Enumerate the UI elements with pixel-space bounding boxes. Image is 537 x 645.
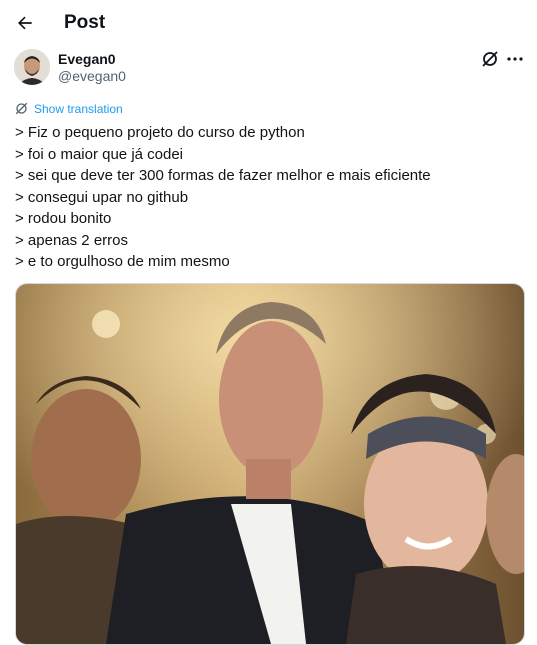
page-title: Post [64,12,106,33]
avatar-image [14,49,50,85]
author-name[interactable]: Evegan0 [58,51,116,67]
tweet-line: > apenas 2 erros [15,231,128,249]
more-dots-icon [507,57,523,61]
gif-image [16,284,524,644]
tweet-line: > rodou bonito [15,210,112,227]
tweet-text: > Fiz o pequeno projeto do curso de pyth… [15,122,525,273]
tweet-media-gif[interactable] [15,283,525,645]
tweet-line: > e to orgulhoso de mim mesmo [15,253,230,270]
tweet-line: > Fiz o pequeno projeto do curso de pyth… [15,124,305,141]
author-handle[interactable]: @evegan0 [58,68,126,84]
more-options-button[interactable] [505,49,525,69]
show-translation-label: Show translation [34,101,123,116]
post-header: Post [0,0,537,46]
grok-button[interactable] [480,49,500,69]
avatar[interactable] [14,49,50,85]
tweet-line: > consegui upar no github [15,188,189,206]
grok-icon [482,51,498,67]
tweet-line: > sei que deve ter 300 formas de fazer m… [15,167,431,184]
tweet-line: > foi o maior que já codei [15,145,184,163]
show-translation-link[interactable]: Show translation [14,101,123,116]
arrow-left-icon [18,16,32,30]
translate-icon [15,102,28,115]
back-button[interactable] [12,10,38,36]
